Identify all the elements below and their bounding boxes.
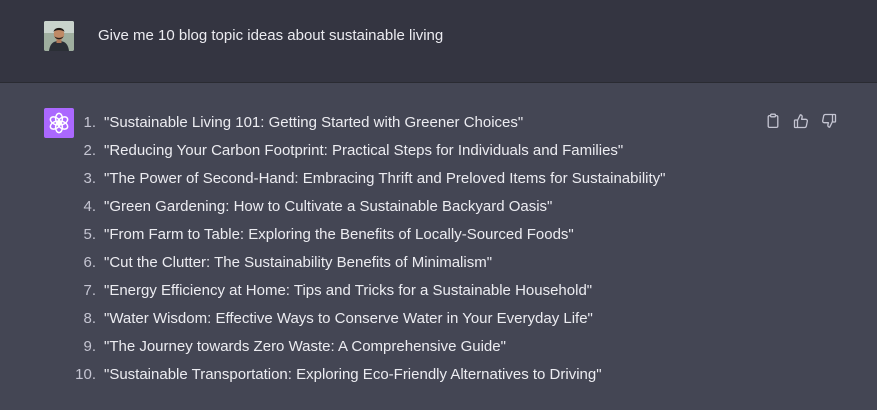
list-item-text: "Reducing Your Carbon Footprint: Practic… (104, 142, 624, 159)
list-item-text: "Energy Efficiency at Home: Tips and Tri… (104, 282, 593, 299)
user-photo-avatar-icon (44, 21, 74, 51)
list-item-text: "The Journey towards Zero Waste: A Compr… (104, 338, 506, 355)
list-item-number: 3. (83, 170, 96, 187)
list-item-text: "Sustainable Transportation: Exploring E… (104, 366, 602, 383)
list-item-number: 8. (83, 310, 96, 327)
list-item-number: 6. (83, 254, 96, 271)
copy-button[interactable] (763, 112, 783, 130)
user-message-text: Give me 10 blog topic ideas about sustai… (98, 27, 444, 44)
message-actions (763, 112, 839, 130)
thumbs-up-button[interactable] (791, 112, 811, 130)
list-item-number: 7. (83, 282, 96, 299)
list-item-number: 5. (83, 226, 96, 243)
user-avatar (44, 21, 74, 51)
list-item-number: 1. (83, 114, 96, 131)
list-item-text: "Water Wisdom: Effective Ways to Conserv… (104, 310, 593, 327)
list-item-number: 4. (83, 198, 96, 215)
list-item-text: "Sustainable Living 101: Getting Started… (104, 114, 524, 131)
list-item-text: "The Power of Second-Hand: Embracing Thr… (104, 170, 666, 187)
thumbs-down-button[interactable] (819, 112, 839, 130)
user-message-row: Give me 10 blog topic ideas about sustai… (0, 0, 877, 83)
thumbs-down-icon (822, 113, 837, 128)
list-item-text: "Green Gardening: How to Cultivate a Sus… (104, 198, 553, 215)
list-item-number: 2. (83, 142, 96, 159)
list-item-number: 10. (75, 366, 96, 383)
list-item-text: "From Farm to Table: Exploring the Benef… (104, 226, 574, 243)
list-item-text: "Cut the Clutter: The Sustainability Ben… (104, 254, 493, 271)
list-item-number: 9. (83, 338, 96, 355)
thumbs-up-icon (793, 114, 808, 129)
assistant-message-row: 1. "Sustainable Living 101: Getting Star… (0, 83, 877, 410)
copy-icon (767, 113, 779, 129)
